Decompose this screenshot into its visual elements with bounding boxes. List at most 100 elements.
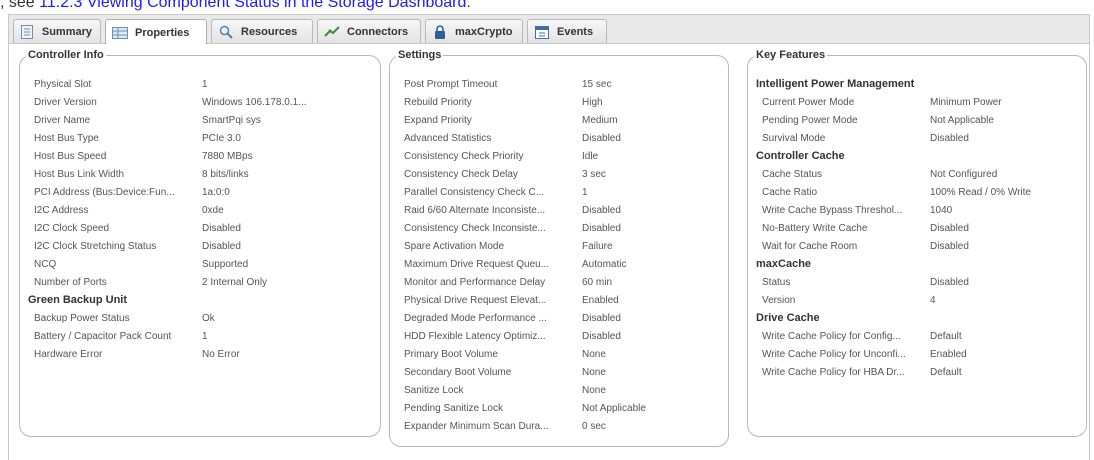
property-value: 1 — [202, 78, 208, 90]
key-features-rows: Intelligent Power Management Current Pow… — [756, 75, 1086, 381]
property-value: Windows 106.178.0.1... — [202, 96, 307, 108]
property-label: Cache Status — [762, 168, 823, 180]
property-label: Host Bus Speed — [34, 150, 107, 162]
property-row: Battery / Capacitor Pack Count 1 — [34, 327, 380, 345]
property-label: Expander Minimum Scan Dura... — [404, 420, 549, 432]
property-row: Degraded Mode Performance ... Disabled — [404, 309, 728, 327]
tab-label: Events — [557, 25, 594, 38]
property-value: 1 — [582, 186, 588, 198]
property-label: Raid 6/60 Alternate Inconsiste... — [404, 204, 546, 216]
property-row: Cache Ratio 100% Read / 0% Write — [756, 183, 1086, 201]
property-value: Enabled — [930, 348, 967, 360]
property-label: I2C Address — [34, 204, 89, 216]
property-row: Rebuild Priority High — [404, 93, 728, 111]
tab-events[interactable]: Events — [527, 19, 607, 43]
property-value: 8 bits/links — [202, 168, 249, 180]
property-row: Monitor and Performance Delay 60 min — [404, 273, 728, 291]
calendar-icon — [534, 25, 550, 39]
tab-properties[interactable]: Properties — [105, 19, 207, 45]
property-label: Write Cache Policy for HBA Dr... — [762, 366, 905, 378]
property-row: Host Bus Type PCIe 3.0 — [34, 129, 380, 147]
property-value: Disabled — [930, 222, 969, 234]
caption-text: , see 11.2.3 Viewing Component Status in… — [0, 0, 471, 14]
property-value: Ok — [202, 312, 215, 324]
property-row: Consistency Check Inconsiste... Disabled — [404, 219, 728, 237]
property-label: Consistency Check Priority — [404, 150, 524, 162]
property-value: Disabled — [930, 240, 969, 252]
property-value: Enabled — [582, 294, 619, 306]
property-label: Wait for Cache Room — [762, 240, 858, 252]
property-row: Cache Status Not Configured — [756, 165, 1086, 183]
property-label: Expand Priority — [404, 114, 472, 126]
property-row: Post Prompt Timeout 15 sec — [404, 75, 728, 93]
property-row: Sanitize Lock None — [404, 381, 728, 399]
property-value: Medium — [582, 114, 618, 126]
property-label: Parallel Consistency Check C... — [404, 186, 545, 198]
property-row: I2C Clock Stretching Status Disabled — [34, 237, 380, 255]
property-label: Post Prompt Timeout — [404, 78, 498, 90]
property-value: Disabled — [582, 132, 621, 144]
property-value: 1a:0:0 — [202, 186, 230, 198]
property-value: No Error — [202, 348, 240, 360]
property-row: Write Cache Policy for Config... Default — [756, 327, 1086, 345]
properties-icon — [112, 26, 128, 40]
property-value: Disabled — [582, 222, 621, 234]
property-row: Driver Version Windows 106.178.0.1... — [34, 93, 380, 111]
property-label: Write Cache Bypass Threshol... — [762, 204, 903, 216]
property-row: Hardware Error No Error — [34, 345, 380, 363]
tab-maxcrypto[interactable]: maxCrypto — [425, 19, 523, 43]
property-value: PCIe 3.0 — [202, 132, 241, 144]
property-label: Physical Slot — [34, 78, 92, 90]
section-title: Drive Cache — [756, 312, 820, 324]
property-value: 1 — [202, 330, 208, 342]
caption-link[interactable]: 11.2.3 Viewing Component Status in the S… — [39, 0, 471, 11]
tab-bar: Summary Properties Resources Connectors … — [8, 14, 1090, 45]
property-label: Consistency Check Delay — [404, 168, 518, 180]
property-label: Status — [762, 276, 791, 288]
tab-connectors[interactable]: Connectors — [317, 19, 421, 43]
property-row: Consistency Check Priority Idle — [404, 147, 728, 165]
property-value: 15 sec — [582, 78, 612, 90]
property-row: Version 4 — [756, 291, 1086, 309]
property-value: None — [582, 366, 606, 378]
property-row: Backup Power Status Ok — [34, 309, 380, 327]
property-row: Maximum Drive Request Queu... Automatic — [404, 255, 728, 273]
section-title: maxCache — [756, 258, 812, 270]
property-label: Host Bus Type — [34, 132, 99, 144]
property-row: Physical Slot 1 — [34, 75, 380, 93]
property-label: Number of Ports — [34, 276, 107, 288]
property-row: Expander Minimum Scan Dura... 0 sec — [404, 417, 728, 435]
property-row: I2C Address 0xde — [34, 201, 380, 219]
property-value: Disabled — [930, 276, 969, 288]
property-row: Status Disabled — [756, 273, 1086, 291]
property-value: Supported — [202, 258, 249, 270]
property-label: Spare Activation Mode — [404, 240, 505, 252]
tab-summary[interactable]: Summary — [13, 19, 101, 43]
tab-label: Summary — [41, 25, 92, 38]
property-row: Current Power Mode Minimum Power — [756, 93, 1086, 111]
property-row: Raid 6/60 Alternate Inconsiste... Disable… — [404, 201, 728, 219]
property-row: Expand Priority Medium — [404, 111, 728, 129]
property-value: 7880 MBps — [202, 150, 253, 162]
property-value: 2 Internal Only — [202, 276, 268, 288]
property-label: I2C Clock Stretching Status — [34, 240, 157, 252]
property-value: SmartPqi sys — [202, 114, 261, 126]
property-value: Default — [930, 330, 962, 342]
property-row: Spare Activation Mode Failure — [404, 237, 728, 255]
property-row: Physical Drive Request Elevat... Enabled — [404, 291, 728, 309]
section-title: Green Backup Unit — [28, 294, 128, 306]
property-value: Not Applicable — [582, 402, 646, 414]
property-row: HDD Flexible Latency Optimiz... Disabled — [404, 327, 728, 345]
tab-label: Resources — [241, 25, 298, 38]
property-label: Cache Ratio — [762, 186, 818, 198]
property-value: 0xde — [202, 204, 224, 216]
property-label: Current Power Mode — [762, 96, 855, 108]
property-row: Survival Mode Disabled — [756, 129, 1086, 147]
controller-info-rows: Physical Slot 1 Driver Version Windows 106… — [34, 75, 380, 291]
green-backup-unit-section: Green Backup Unit — [28, 291, 380, 309]
property-label: Write Cache Policy for Config... — [762, 330, 901, 342]
property-row: Write Cache Policy for Unconfi... Enabled — [756, 345, 1086, 363]
property-value: 3 sec — [582, 168, 606, 180]
tab-resources[interactable]: Resources — [211, 19, 313, 43]
tab-label: maxCrypto — [455, 25, 513, 38]
